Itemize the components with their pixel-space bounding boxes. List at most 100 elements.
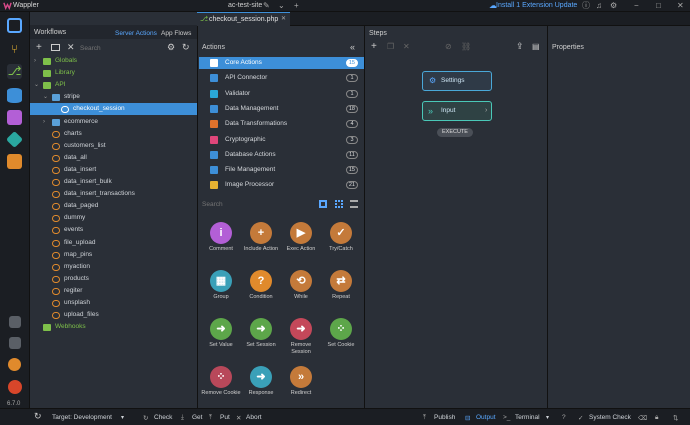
target-selector[interactable]: Target: Development bbox=[52, 414, 112, 421]
action-category[interactable]: Core Actions 15 bbox=[199, 57, 364, 69]
action-tool[interactable]: ⟲ While bbox=[281, 270, 321, 301]
step-input[interactable]: » Input › bbox=[422, 101, 492, 121]
tree-item[interactable]: › Globals bbox=[30, 55, 197, 67]
action-category[interactable]: Image Processor 21 bbox=[199, 179, 364, 191]
tree-item[interactable]: data_insert bbox=[30, 164, 197, 176]
info-icon[interactable]: ⓘ bbox=[582, 1, 590, 11]
tree-item[interactable]: file_upload bbox=[30, 237, 197, 249]
publish-button[interactable]: Publish bbox=[434, 414, 455, 421]
tab-server-actions[interactable]: Server Actions bbox=[115, 30, 157, 37]
abort-button[interactable]: Abort bbox=[246, 414, 262, 421]
chevron-right-icon[interactable]: › bbox=[34, 55, 36, 67]
action-tool[interactable]: ➜ Remove Session bbox=[281, 318, 321, 356]
refresh-icon[interactable]: ↻ bbox=[34, 411, 42, 422]
tree-item[interactable]: data_insert_transactions bbox=[30, 188, 197, 200]
tree-item[interactable]: data_all bbox=[30, 152, 197, 164]
tree-item[interactable]: map_pins bbox=[30, 249, 197, 261]
action-category[interactable]: Validator 1 bbox=[199, 88, 364, 100]
close-tab-icon[interactable]: ✕ bbox=[281, 13, 286, 26]
projects-icon[interactable] bbox=[9, 337, 21, 349]
tree-item[interactable]: data_insert_bulk bbox=[30, 176, 197, 188]
copy-icon[interactable]: ❐ bbox=[387, 42, 394, 51]
action-tool[interactable]: ⁘ Remove Cookie bbox=[201, 366, 241, 397]
tree-item[interactable]: ⌄ stripe bbox=[30, 91, 197, 103]
delete-step-icon[interactable]: ✕ bbox=[403, 42, 410, 51]
system-check-button[interactable]: System Check bbox=[589, 414, 631, 421]
layers-icon[interactable] bbox=[6, 131, 23, 148]
action-tool[interactable]: ⇄ Repeat bbox=[321, 270, 361, 301]
tree-item[interactable]: upload_files bbox=[30, 309, 197, 321]
workflows-search-input[interactable] bbox=[80, 42, 160, 54]
extensions-icon[interactable] bbox=[9, 316, 21, 328]
action-category[interactable]: Cryptographic 3 bbox=[199, 134, 364, 146]
minimize-icon[interactable]: − bbox=[634, 1, 639, 11]
chevron-down-icon[interactable]: ▾ bbox=[546, 414, 549, 421]
collapse-icon[interactable]: « bbox=[350, 42, 355, 52]
action-tool[interactable]: ▦ Group bbox=[201, 270, 241, 301]
workflows-icon[interactable]: ⎇ bbox=[7, 64, 22, 79]
action-tool[interactable]: ▶ Exec Action bbox=[281, 222, 321, 253]
tab-app-flows[interactable]: App Flows bbox=[161, 30, 191, 37]
action-tool[interactable]: i Comment bbox=[201, 222, 241, 253]
git-icon[interactable]: ⑂ bbox=[7, 42, 22, 57]
resources-icon[interactable] bbox=[7, 154, 22, 169]
tree-item[interactable]: events bbox=[30, 224, 197, 236]
lock-icon[interactable]: 🔒︎ bbox=[655, 414, 658, 422]
avatar[interactable] bbox=[8, 358, 21, 371]
tab-checkout-session[interactable]: ⎇ checkout_session.php ✕ bbox=[197, 12, 290, 26]
eraser-icon[interactable]: ⌫ bbox=[638, 414, 647, 422]
maximize-icon[interactable]: □ bbox=[656, 1, 661, 11]
tree-item[interactable]: › ecommerce bbox=[30, 116, 197, 128]
action-category[interactable]: Database Actions 11 bbox=[199, 149, 364, 161]
share-icon[interactable]: ⇪ bbox=[516, 41, 524, 52]
action-category[interactable]: Data Transformations 4 bbox=[199, 118, 364, 130]
terminal-button[interactable]: Terminal bbox=[515, 414, 540, 421]
tree-item[interactable]: Webhooks bbox=[30, 321, 197, 333]
chevron-down-icon[interactable]: ▾ bbox=[121, 414, 124, 421]
action-tool[interactable]: ➜ Set Session bbox=[241, 318, 281, 349]
action-tool[interactable]: ➜ Set Value bbox=[201, 318, 241, 349]
sync-icon[interactable]: ⇅ bbox=[673, 414, 678, 422]
small-grid-view-icon[interactable] bbox=[335, 200, 343, 208]
tree-item[interactable]: products bbox=[30, 273, 197, 285]
tree-item[interactable]: customers_list bbox=[30, 140, 197, 152]
step-settings[interactable]: ⚙ Settings bbox=[422, 71, 492, 91]
actions-search-input[interactable] bbox=[202, 198, 302, 210]
security-icon[interactable] bbox=[7, 110, 22, 125]
put-button[interactable]: Put bbox=[220, 414, 230, 421]
tree-item[interactable]: dummy bbox=[30, 212, 197, 224]
chevron-down-icon[interactable]: ⌄ bbox=[43, 91, 48, 103]
install-update-link[interactable]: Install 1 Extension Update bbox=[496, 2, 577, 9]
action-category[interactable]: File Management 15 bbox=[199, 164, 364, 176]
tree-item[interactable]: ⌄ API bbox=[30, 79, 197, 91]
settings-icon[interactable]: ⚙ bbox=[167, 42, 175, 53]
edit-icon[interactable]: ✎ bbox=[263, 1, 270, 11]
output-button[interactable]: Output bbox=[476, 414, 496, 421]
check-button[interactable]: Check bbox=[154, 414, 172, 421]
add-folder-icon[interactable] bbox=[51, 44, 60, 51]
add-site-icon[interactable]: + bbox=[294, 1, 299, 11]
tree-item[interactable]: Library bbox=[30, 67, 197, 79]
database-icon[interactable] bbox=[7, 88, 22, 103]
delete-all-icon[interactable]: ▤ bbox=[532, 42, 540, 51]
action-tool[interactable]: ? Condition bbox=[241, 270, 281, 301]
chevron-right-icon[interactable]: › bbox=[43, 116, 45, 128]
chevron-down-icon[interactable]: ⌄ bbox=[278, 1, 285, 11]
tree-item[interactable]: myaction bbox=[30, 261, 197, 273]
tree-item[interactable]: data_paged bbox=[30, 200, 197, 212]
help-icon[interactable]: ? bbox=[562, 414, 566, 421]
tree-item[interactable]: checkout_session bbox=[30, 103, 197, 116]
list-view-icon[interactable] bbox=[350, 200, 358, 208]
action-tool[interactable]: + Include Action bbox=[241, 222, 281, 253]
chevron-down-icon[interactable]: ⌄ bbox=[34, 79, 39, 91]
close-icon[interactable]: ✕ bbox=[677, 1, 684, 11]
add-icon[interactable]: + bbox=[36, 42, 42, 53]
bell-icon[interactable]: ♫ bbox=[596, 1, 602, 11]
action-category[interactable]: Data Management 18 bbox=[199, 103, 364, 115]
add-step-icon[interactable]: + bbox=[371, 41, 377, 52]
get-button[interactable]: Get bbox=[192, 414, 202, 421]
grid-view-icon[interactable] bbox=[319, 200, 327, 208]
tree-item[interactable]: unsplash bbox=[30, 297, 197, 309]
action-tool[interactable]: » Redirect bbox=[281, 366, 321, 397]
tree-item[interactable]: regiter bbox=[30, 285, 197, 297]
